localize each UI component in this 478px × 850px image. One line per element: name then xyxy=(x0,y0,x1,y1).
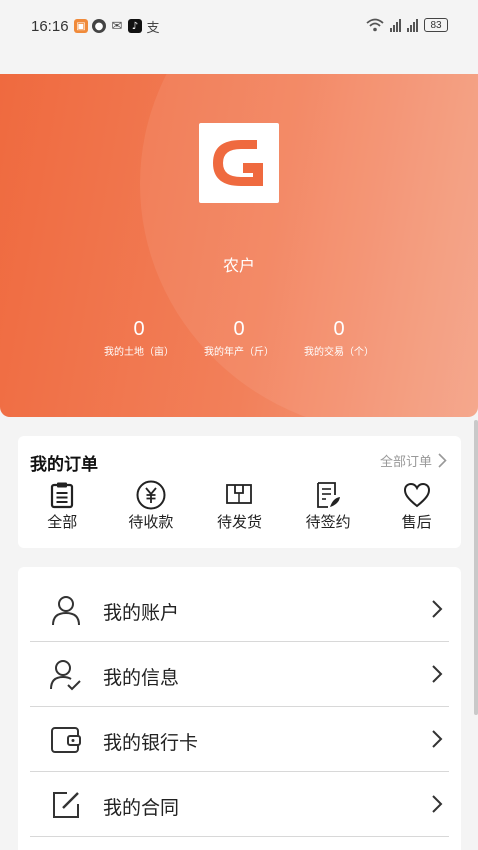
user-check-icon xyxy=(50,660,81,691)
stat-yield[interactable]: 0 我的年产（斤） xyxy=(189,318,289,358)
logo-g-icon xyxy=(213,140,263,186)
order-all[interactable]: 全部 xyxy=(18,480,107,532)
all-orders-link[interactable]: 全部订单 xyxy=(380,451,447,470)
stat-land[interactable]: 0 我的土地（亩） xyxy=(89,318,189,358)
menu-item-contract[interactable]: 我的合同 xyxy=(30,772,449,837)
edit-icon xyxy=(53,792,79,818)
signal-icon-2 xyxy=(407,18,418,32)
yen-icon xyxy=(136,480,166,510)
order-label: 全部 xyxy=(47,513,78,531)
all-orders-label: 全部订单 xyxy=(379,455,432,470)
scrollbar[interactable] xyxy=(474,420,478,715)
stat-value: 0 xyxy=(133,318,145,340)
wifi-icon xyxy=(366,18,384,32)
alipay-icon: 支 xyxy=(146,20,160,36)
order-label: 售后 xyxy=(401,513,432,531)
chevron-right-icon xyxy=(432,730,443,748)
menu-item-info[interactable]: 我的信息 xyxy=(30,642,449,707)
order-pending-payment[interactable]: 待收款 xyxy=(107,480,196,532)
wallet-icon xyxy=(51,727,81,753)
stat-label: 我的土地（亩） xyxy=(104,347,174,358)
clipboard-icon xyxy=(51,482,74,509)
avatar[interactable] xyxy=(199,123,279,203)
chevron-right-icon xyxy=(432,665,443,683)
orders-card: 我的订单 全部订单 全部 待收款 待发货 待签约 售后 xyxy=(18,436,461,548)
user-icon xyxy=(52,596,80,626)
menu-item-label: 我的账户 xyxy=(103,602,180,624)
chevron-right-icon xyxy=(432,795,443,813)
order-pending-shipment[interactable]: 待发货 xyxy=(195,480,284,532)
stat-transactions[interactable]: 0 我的交易（个） xyxy=(289,318,389,358)
stat-label: 我的年产（斤） xyxy=(204,347,274,358)
hero-decoration xyxy=(140,74,478,417)
order-label: 待收款 xyxy=(128,513,174,531)
menu-item-label: 我的信息 xyxy=(103,667,180,689)
profile-header: 农户 0 我的土地（亩） 0 我的年产（斤） 0 我的交易（个） xyxy=(0,74,478,417)
system-status-icons: 83 xyxy=(366,18,448,32)
order-status-row: 全部 待收款 待发货 待签约 售后 xyxy=(18,480,461,532)
menu-item-bank-card[interactable]: 我的银行卡 xyxy=(30,707,449,772)
status-time: 16:16 xyxy=(31,18,69,35)
order-label: 待发货 xyxy=(216,513,262,531)
stat-label: 我的交易（个） xyxy=(304,347,374,358)
order-pending-sign[interactable]: 待签约 xyxy=(284,480,373,532)
battery-indicator: 83 xyxy=(424,18,448,32)
package-icon xyxy=(226,484,253,504)
wechat-icon: ✉ xyxy=(111,18,123,34)
status-bar: 16:16 ▣ ● ✉ ♪ 支 83 xyxy=(0,0,478,56)
chevron-right-icon xyxy=(432,600,443,618)
sign-document-icon xyxy=(317,482,341,508)
tiktok-icon: ♪ xyxy=(128,19,142,33)
chevron-right-icon xyxy=(438,453,447,468)
signal-icon-1 xyxy=(390,18,401,32)
menu-item-account[interactable]: 我的账户 xyxy=(30,577,449,642)
stat-value: 0 xyxy=(333,318,345,340)
stat-value: 0 xyxy=(233,318,245,340)
app-notification-icon: ▣ xyxy=(74,19,88,33)
notification-icons: ▣ ● ✉ ♪ 支 xyxy=(74,18,160,36)
menu-item-label: 我的银行卡 xyxy=(103,732,199,754)
orders-title: 我的订单 xyxy=(30,455,98,475)
stats-row: 0 我的土地（亩） 0 我的年产（斤） 0 我的交易（个） xyxy=(89,318,389,358)
menu-item-label: 我的合同 xyxy=(103,797,180,819)
order-after-sales[interactable]: 售后 xyxy=(372,480,461,532)
message-icon: ● xyxy=(92,19,106,33)
menu-card: 我的账户 我的信息 我的银行卡 我的合同 xyxy=(18,567,461,850)
heart-icon xyxy=(403,482,430,508)
user-role: 农户 xyxy=(222,256,255,275)
order-label: 待签约 xyxy=(305,513,351,531)
